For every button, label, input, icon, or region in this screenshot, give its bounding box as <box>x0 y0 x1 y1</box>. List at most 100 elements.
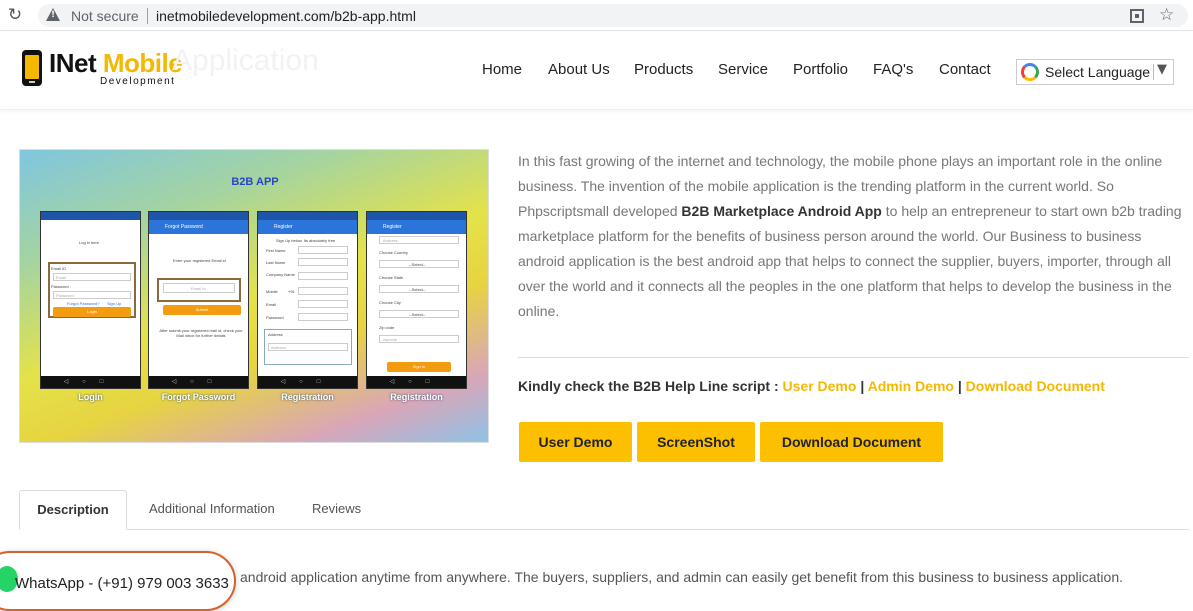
language-select-divider <box>1153 64 1154 80</box>
nav-contact[interactable]: Contact <box>939 61 991 78</box>
omnibox[interactable]: Not secure inetmobiledevelopment.com/b2b… <box>38 4 1188 27</box>
mini-input <box>298 258 348 266</box>
mini-text: Email <box>56 275 67 280</box>
status-bar <box>367 212 466 220</box>
whatsapp-label: WhatsApp - (+91) 979 003 3633 <box>15 575 229 592</box>
browser-address-bar: ↻ Not secure inetmobiledevelopment.com/b… <box>0 0 1193 31</box>
mini-text: Sign Up below. Its absolutely free <box>276 238 336 243</box>
mini-text: Address <box>271 345 286 350</box>
mini-text: Sign Up <box>107 301 122 306</box>
google-icon <box>1021 63 1039 81</box>
phone-body: Address Choose Country --Select-- Choose… <box>373 236 460 374</box>
nav-service[interactable]: Service <box>718 61 768 78</box>
caption-login: Login <box>78 392 103 402</box>
nav-portfolio[interactable]: Portfolio <box>793 61 848 78</box>
chevron-down-icon: ▼ <box>1157 62 1167 77</box>
app-image-title: B2B APP <box>231 176 279 188</box>
intro-product-name: B2B Marketplace Android App <box>681 203 882 219</box>
mini-text: Choose City <box>379 300 401 305</box>
nav-products[interactable]: Products <box>634 61 693 78</box>
mini-text: Email Id <box>191 286 206 291</box>
mini-text: Password : <box>51 284 71 289</box>
tab-additional-information[interactable]: Additional Information <box>149 490 275 528</box>
tab-reviews[interactable]: Reviews <box>312 490 361 528</box>
mini-text: After submit your registered mail id, ch… <box>159 328 243 338</box>
ghost-page-title: Application <box>172 44 319 77</box>
caption-registration-2: Registration <box>390 392 443 402</box>
whatsapp-widget[interactable]: WhatsApp - (+91) 979 003 3633 <box>0 551 236 611</box>
caption-registration-1: Registration <box>281 392 334 402</box>
mini-text: Company Name <box>266 272 295 277</box>
caption-forgot-password: Forgot Password <box>161 392 236 402</box>
product-intro-text: In this fast growing of the internet and… <box>518 149 1188 324</box>
mini-text: Email <box>266 302 277 307</box>
logo-phone-icon[interactable] <box>22 50 42 86</box>
mini-text: Address <box>268 332 283 337</box>
url-text[interactable]: inetmobiledevelopment.com/b2b-app.html <box>156 8 416 24</box>
app-bar: Register <box>258 220 357 234</box>
mini-text: --Select-- <box>409 262 426 267</box>
mini-text: Password <box>266 315 284 320</box>
mini-text: Forgot Password? <box>67 301 100 306</box>
divider <box>518 357 1189 358</box>
phone-body: Log in here Email ID Email Password : Pa… <box>47 236 136 374</box>
mini-text: +91 <box>288 289 295 294</box>
language-select[interactable]: Select Language ▼ <box>1016 59 1174 85</box>
android-nav-bar: ◁○□ <box>149 376 248 388</box>
site-header: INet Mobile Development Application Home… <box>0 32 1193 110</box>
phone-screen-registration-2: Register Address Choose Country --Select… <box>366 211 467 389</box>
helpline-separator: | <box>856 378 868 394</box>
bookmark-star-icon[interactable]: ☆ <box>1159 5 1174 25</box>
tab-description[interactable]: Description <box>19 490 127 530</box>
app-bar: Forgot Password <box>149 220 248 234</box>
mini-text: Log in here <box>79 240 100 245</box>
mini-text: --Select-- <box>409 312 426 317</box>
reload-icon[interactable]: ↻ <box>6 6 24 24</box>
tab-bar-line <box>19 529 1189 530</box>
helpline-download-link[interactable]: Download Document <box>966 378 1105 394</box>
warning-icon <box>46 8 60 21</box>
phone-body: Sign Up below. Its absolutely free First… <box>264 236 352 374</box>
qr-code-icon[interactable] <box>1130 9 1144 23</box>
site-logo[interactable]: INet Mobile <box>49 48 183 79</box>
intro-part-2: to help an entrepreneur to start own b2b… <box>518 203 1182 319</box>
nav-home[interactable]: Home <box>482 61 522 78</box>
status-bar <box>41 212 140 220</box>
phone-screen-login: Log in here Email ID Email Password : Pa… <box>40 211 141 389</box>
android-nav-bar: ◁○□ <box>367 376 466 388</box>
logo-text-mobile: Mobile <box>102 48 183 78</box>
phone-screen-registration-1: Register Sign Up below. Its absolutely f… <box>257 211 358 389</box>
mini-input <box>298 313 348 321</box>
helpline-label: Kindly check the B2B Help Line script : <box>518 378 783 394</box>
nav-faqs[interactable]: FAQ's <box>873 61 913 78</box>
mini-text: Email ID <box>51 266 67 271</box>
mini-text: Mobile <box>266 289 278 294</box>
user-demo-button[interactable]: User Demo <box>519 422 632 462</box>
tab-content-text: android application anytime from anywher… <box>240 569 1124 585</box>
mini-text: --Select-- <box>409 287 426 292</box>
nav-about-us[interactable]: About Us <box>548 61 610 78</box>
mini-text: First Name <box>266 248 286 253</box>
mini-input <box>298 246 348 254</box>
mini-text: Enter your registered Email id <box>173 258 226 263</box>
helpline-separator: | <box>953 378 966 394</box>
download-document-button[interactable]: Download Document <box>760 422 943 462</box>
helpline-user-demo-link[interactable]: User Demo <box>783 378 857 394</box>
language-select-label: Select Language <box>1045 64 1151 80</box>
logo-text-inet: INet <box>49 48 103 78</box>
mini-text: Last Name <box>266 260 286 265</box>
screenshot-button[interactable]: ScreenShot <box>637 422 755 462</box>
app-bar: Register <box>367 220 466 234</box>
url-separator <box>147 8 148 24</box>
mini-input <box>298 300 348 308</box>
security-label[interactable]: Not secure <box>71 8 139 24</box>
mini-text: Password <box>56 293 74 298</box>
helpline-admin-demo-link[interactable]: Admin Demo <box>868 378 954 394</box>
android-nav-bar: ◁○□ <box>41 376 140 388</box>
product-screenshot-image[interactable]: B2B APP Log in here Email ID Email Passw… <box>19 149 489 443</box>
mini-text: zipcode <box>383 337 397 342</box>
mini-text: Address <box>383 238 398 243</box>
status-bar <box>149 212 248 220</box>
mini-button: Sign In <box>387 362 451 372</box>
mini-text: Choose Country <box>379 250 408 255</box>
